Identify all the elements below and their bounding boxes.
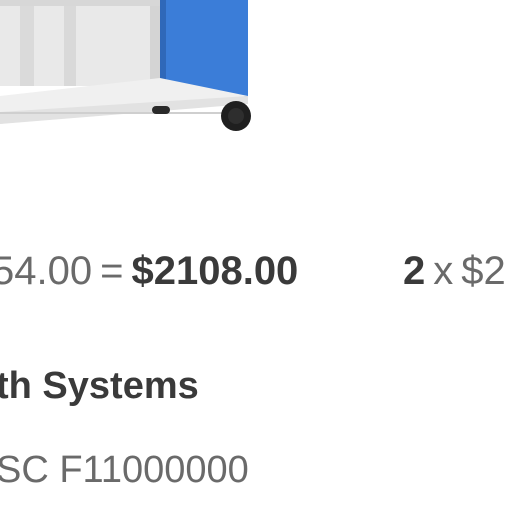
unit-price: 54.00 — [0, 249, 93, 293]
quantity: 2 — [403, 249, 426, 293]
price-calculation-row-2: 2 x $2 — [403, 248, 506, 294]
times-sign: x — [433, 249, 454, 293]
equals-sign: = — [100, 249, 124, 293]
sku-code: SC F11000000 — [0, 449, 249, 491]
mobile-shelf-cart-icon[interactable] — [0, 0, 260, 140]
price-calculation-row: 54.00 = $2108.00 — [0, 248, 298, 294]
total-price: $2108.00 — [131, 249, 299, 293]
product-card: 54.00 = $2108.00 2 x $2 th Systems SC F11000… — [0, 0, 512, 512]
unit-price-2: $2 — [461, 249, 506, 293]
vendor-name: th Systems — [0, 365, 199, 407]
